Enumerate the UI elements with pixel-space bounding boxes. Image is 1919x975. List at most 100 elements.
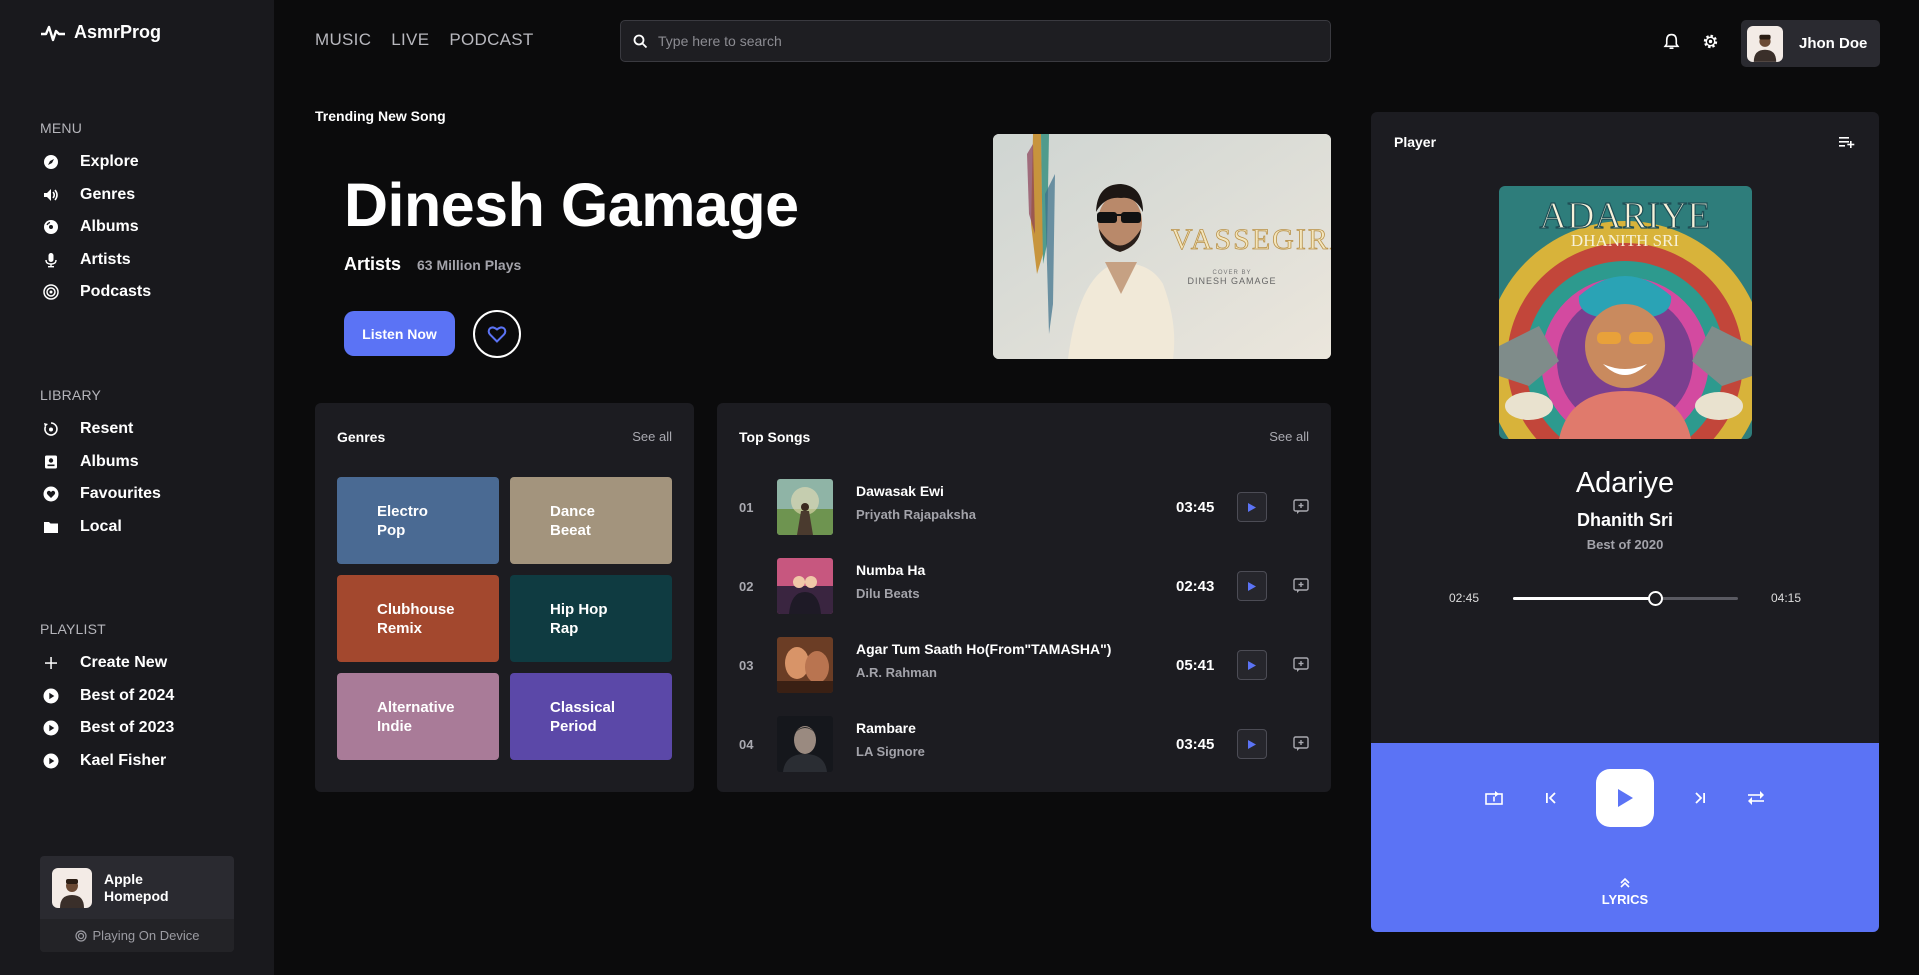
play-icon bbox=[1248, 581, 1256, 591]
sidebar-item-label: Genres bbox=[80, 185, 136, 203]
listen-now-button[interactable]: Listen Now bbox=[344, 311, 455, 356]
sidebar-item-label: Podcasts bbox=[80, 283, 152, 301]
song-artist: LA Signore bbox=[856, 744, 925, 759]
genres-title: Genres bbox=[337, 429, 386, 445]
play-circle-icon bbox=[40, 717, 62, 739]
folder-icon bbox=[40, 516, 62, 538]
genre-tile-alternative-indie[interactable]: Alternative Indie bbox=[337, 673, 499, 760]
genres-see-all-link[interactable]: See all bbox=[632, 429, 672, 444]
song-play-button[interactable] bbox=[1237, 571, 1267, 601]
device-card[interactable]: Apple Homepod Playing On Device bbox=[40, 856, 234, 952]
sidebar-item-label: Artists bbox=[80, 250, 131, 268]
song-duration: 03:45 bbox=[1176, 498, 1215, 516]
song-thumbnail bbox=[777, 716, 833, 772]
notifications-button[interactable] bbox=[1663, 33, 1680, 50]
sidebar-item-albums[interactable]: Albums bbox=[40, 211, 151, 244]
sidebar-item-create-new[interactable]: Create New bbox=[40, 647, 174, 680]
sidebar-item-label: Resent bbox=[80, 420, 134, 438]
progress-handle[interactable] bbox=[1647, 591, 1663, 606]
chevron-up-icon[interactable] bbox=[1620, 878, 1630, 888]
progress-bar[interactable] bbox=[1513, 591, 1738, 606]
add-to-queue-icon[interactable] bbox=[1292, 735, 1310, 753]
podcast-icon bbox=[40, 281, 62, 303]
hero-role: Artists bbox=[344, 254, 402, 274]
add-to-queue-icon[interactable] bbox=[1292, 577, 1310, 595]
gear-icon bbox=[1703, 34, 1718, 49]
song-row[interactable]: 03 Agar Tum Saath Ho(From"TAMASHA") A.R.… bbox=[717, 635, 1331, 695]
sidebar-item-genres[interactable]: Genres bbox=[40, 179, 151, 212]
lyrics-toggle[interactable]: LYRICS bbox=[1371, 892, 1879, 907]
play-circle-icon bbox=[40, 685, 62, 707]
search-bar[interactable] bbox=[620, 20, 1331, 62]
track-title: Adariye bbox=[1575, 467, 1675, 499]
song-duration: 03:45 bbox=[1176, 735, 1215, 753]
song-row[interactable]: 02 Numba Ha Dilu Beats 02:43 bbox=[717, 556, 1331, 616]
sidebar-item-podcasts[interactable]: Podcasts bbox=[40, 276, 151, 309]
song-number: 03 bbox=[739, 657, 754, 673]
cover-subtitle-text: DHANITH SRI bbox=[1571, 231, 1679, 250]
sidebar-item-best-of-2023[interactable]: Best of 2023 bbox=[40, 712, 174, 745]
sidebar-item-explore[interactable]: Explore bbox=[40, 146, 151, 179]
heart-icon bbox=[487, 326, 507, 343]
sidebar-item-resent[interactable]: Resent bbox=[40, 413, 161, 446]
sidebar-item-label: Explore bbox=[80, 153, 139, 171]
bell-icon bbox=[1663, 33, 1680, 50]
add-to-queue-icon[interactable] bbox=[1292, 656, 1310, 674]
song-thumbnail bbox=[777, 479, 833, 535]
tab-podcast[interactable]: PODCAST bbox=[449, 30, 533, 50]
genre-tile-hip-hop-rap[interactable]: Hip Hop Rap bbox=[510, 575, 672, 662]
library-heading: LIBRARY bbox=[40, 387, 102, 403]
player-controls: LYRICS bbox=[1371, 743, 1879, 932]
genre-tile-classical-period[interactable]: Classical Period bbox=[510, 673, 672, 760]
play-icon bbox=[1248, 660, 1256, 670]
sidebar-item-label: Kael Fisher bbox=[80, 751, 167, 769]
song-artist: Priyath Rajapaksha bbox=[856, 507, 976, 522]
genre-label: Electro Pop bbox=[377, 502, 428, 539]
add-to-queue-icon[interactable] bbox=[1292, 498, 1310, 516]
repeat-icon bbox=[1485, 791, 1503, 805]
sidebar-item-library-albums[interactable]: Albums bbox=[40, 446, 161, 479]
sidebar-item-favourites[interactable]: Favourites bbox=[40, 478, 161, 511]
pulse-icon bbox=[41, 25, 65, 41]
song-play-button[interactable] bbox=[1237, 492, 1267, 522]
history-icon bbox=[40, 418, 62, 440]
shuffle-button[interactable] bbox=[1746, 789, 1766, 807]
repeat-button[interactable] bbox=[1483, 789, 1505, 807]
plus-icon bbox=[40, 652, 62, 674]
settings-button[interactable] bbox=[1702, 33, 1719, 50]
tab-live[interactable]: LIVE bbox=[391, 30, 429, 50]
sidebar-item-kael-fisher[interactable]: Kael Fisher bbox=[40, 745, 174, 778]
sidebar-item-best-of-2024[interactable]: Best of 2024 bbox=[40, 680, 174, 713]
genre-tile-dance-beeat[interactable]: Dance Beeat bbox=[510, 477, 672, 564]
genre-tile-clubhouse-remix[interactable]: Clubhouse Remix bbox=[337, 575, 499, 662]
song-duration: 02:43 bbox=[1176, 577, 1215, 595]
album-icon bbox=[40, 451, 62, 473]
genre-label: Alternative Indie bbox=[377, 698, 455, 735]
song-row[interactable]: 01 Dawasak Ewi Priyath Rajapaksha 03:45 bbox=[717, 477, 1331, 537]
queue-icon[interactable] bbox=[1838, 134, 1856, 150]
speaker-icon bbox=[40, 184, 62, 206]
user-name: Jhon Doe bbox=[1799, 35, 1868, 52]
song-name: Agar Tum Saath Ho(From"TAMASHA") bbox=[856, 641, 1112, 657]
compass-icon bbox=[40, 151, 62, 173]
genre-tile-electro-pop[interactable]: Electro Pop bbox=[337, 477, 499, 564]
hero-artwork: VASSEGIRA COVER BY DINESH GAMAGE bbox=[993, 134, 1331, 359]
song-name: Rambare bbox=[856, 720, 916, 736]
search-input[interactable] bbox=[658, 33, 1278, 49]
favourite-button[interactable] bbox=[473, 310, 521, 358]
previous-button[interactable] bbox=[1542, 789, 1560, 807]
song-row[interactable]: 04 Rambare LA Signore 03:45 bbox=[717, 714, 1331, 774]
hero-plays: 63 Million Plays bbox=[417, 257, 522, 273]
tab-music[interactable]: MUSIC bbox=[315, 30, 371, 50]
next-button[interactable] bbox=[1691, 789, 1709, 807]
top-songs-see-all-link[interactable]: See all bbox=[1269, 429, 1309, 444]
sidebar-item-local[interactable]: Local bbox=[40, 511, 161, 544]
sidebar-item-artists[interactable]: Artists bbox=[40, 244, 151, 277]
menu-section: MENU Explore Genres Albums Artists Podca… bbox=[40, 120, 151, 309]
progress-fill bbox=[1513, 597, 1655, 600]
song-play-button[interactable] bbox=[1237, 650, 1267, 680]
song-play-button[interactable] bbox=[1237, 729, 1267, 759]
user-menu[interactable]: Jhon Doe bbox=[1741, 20, 1880, 67]
play-pause-button[interactable] bbox=[1596, 769, 1654, 827]
app-logo[interactable]: AsmrProg bbox=[40, 22, 161, 43]
